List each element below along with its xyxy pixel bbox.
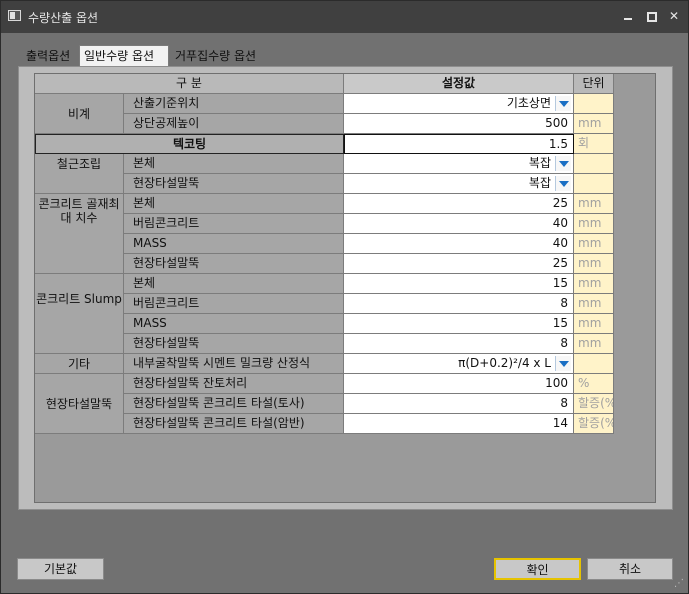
header-value: 설정값 <box>344 74 574 94</box>
ok-button[interactable]: 확인 <box>494 558 581 580</box>
cancel-button[interactable]: 취소 <box>587 558 673 580</box>
value-input[interactable]: 8 <box>344 294 574 314</box>
row-label: 산출기준위치 <box>124 94 344 114</box>
value-dropdown[interactable]: π(D+0.2)²/4 x L <box>344 354 574 374</box>
row-label: 현장타설말뚝 <box>124 174 344 194</box>
row-label: 현장타설말뚝 콘크리트 타설(토사) <box>124 394 344 414</box>
row-label: 버림콘크리트 <box>124 294 344 314</box>
row-label: MASS <box>124 234 344 254</box>
default-button[interactable]: 기본값 <box>17 558 104 580</box>
row-unit <box>574 154 614 174</box>
category-scaffold: 비계 <box>35 94 124 134</box>
value-dropdown[interactable]: 기초상면 <box>344 94 574 114</box>
tab-formwork-quantity-options[interactable]: 거푸집수량 옵션 <box>171 46 269 66</box>
title-bar[interactable]: 수량산출 옵션 ✕ <box>1 1 688 33</box>
row-unit: mm <box>574 334 614 354</box>
tab-panel: 구 분 설정값 단위 비계 산출기준위치 기초상면 상단공제높이 500 mm … <box>18 66 673 510</box>
row-unit: mm <box>574 254 614 274</box>
value-dropdown[interactable]: 복잡 <box>344 154 574 174</box>
category-cast-in-place-pile: 현장타설말뚝 <box>35 374 124 434</box>
options-grid: 구 분 설정값 단위 비계 산출기준위치 기초상면 상단공제높이 500 mm … <box>34 73 656 503</box>
options-window: 수량산출 옵션 ✕ 출력옵션 일반수량 옵션 거푸집수량 옵션 구 분 설정값 … <box>0 0 689 594</box>
minimize-icon[interactable] <box>618 7 638 25</box>
tab-general-quantity-options[interactable]: 일반수량 옵션 <box>79 45 169 67</box>
category-etc: 기타 <box>35 354 124 374</box>
row-unit: mm <box>574 294 614 314</box>
value-input[interactable]: 1.5 <box>344 134 574 154</box>
value-dropdown[interactable]: 복잡 <box>344 174 574 194</box>
category-rebar: 철근조립 <box>35 154 124 194</box>
row-label: 상단공제높이 <box>124 114 344 134</box>
row-label: 현장타설말뚝 콘크리트 타설(암반) <box>124 414 344 434</box>
row-label: 본체 <box>124 154 344 174</box>
header-unit: 단위 <box>574 74 614 94</box>
row-unit: mm <box>574 214 614 234</box>
app-icon <box>8 10 21 21</box>
row-unit <box>574 94 614 114</box>
row-unit: mm <box>574 234 614 254</box>
value-input[interactable]: 8 <box>344 394 574 414</box>
category-slump: 콘크리트 Slump <box>35 274 124 354</box>
row-unit: % <box>574 374 614 394</box>
row-unit <box>574 354 614 374</box>
row-unit: 회 <box>574 134 614 154</box>
row-unit: mm <box>574 314 614 334</box>
header-category: 구 분 <box>35 74 344 94</box>
row-label: 버림콘크리트 <box>124 214 344 234</box>
dropdown-arrow-icon[interactable] <box>555 356 571 371</box>
row-label: 현장타설말뚝 <box>124 254 344 274</box>
resize-grip-icon[interactable] <box>674 578 684 589</box>
row-label: 현장타설말뚝 잔토처리 <box>124 374 344 394</box>
row-unit: 할증(% <box>574 394 614 414</box>
maximize-icon[interactable] <box>641 7 661 25</box>
row-label: 현장타설말뚝 <box>124 334 344 354</box>
value-input[interactable]: 40 <box>344 234 574 254</box>
value-input[interactable]: 15 <box>344 274 574 294</box>
value-input[interactable]: 100 <box>344 374 574 394</box>
dropdown-arrow-icon[interactable] <box>555 176 571 191</box>
row-label: 본체 <box>124 194 344 214</box>
dropdown-arrow-icon[interactable] <box>555 156 571 171</box>
row-label: 내부굴착말뚝 시멘트 밀크량 산정식 <box>124 354 344 374</box>
value-input[interactable]: 25 <box>344 254 574 274</box>
dropdown-arrow-icon[interactable] <box>555 96 571 111</box>
row-unit <box>574 174 614 194</box>
value-input[interactable]: 15 <box>344 314 574 334</box>
row-unit: mm <box>574 114 614 134</box>
row-unit: 할증(% <box>574 414 614 434</box>
row-label: MASS <box>124 314 344 334</box>
category-aggregate-size: 콘크리트 골재최대 치수 <box>35 194 124 274</box>
value-input[interactable]: 25 <box>344 194 574 214</box>
row-unit: mm <box>574 194 614 214</box>
tab-output-options[interactable]: 출력옵션 <box>22 46 77 66</box>
close-icon[interactable]: ✕ <box>664 7 684 25</box>
row-unit: mm <box>574 274 614 294</box>
value-input[interactable]: 40 <box>344 214 574 234</box>
row-label: 본체 <box>124 274 344 294</box>
value-input[interactable]: 14 <box>344 414 574 434</box>
window-title: 수량산출 옵션 <box>28 11 99 25</box>
value-input[interactable]: 8 <box>344 334 574 354</box>
row-label-tack-coating: 텍코팅 <box>35 134 344 154</box>
value-input[interactable]: 500 <box>344 114 574 134</box>
